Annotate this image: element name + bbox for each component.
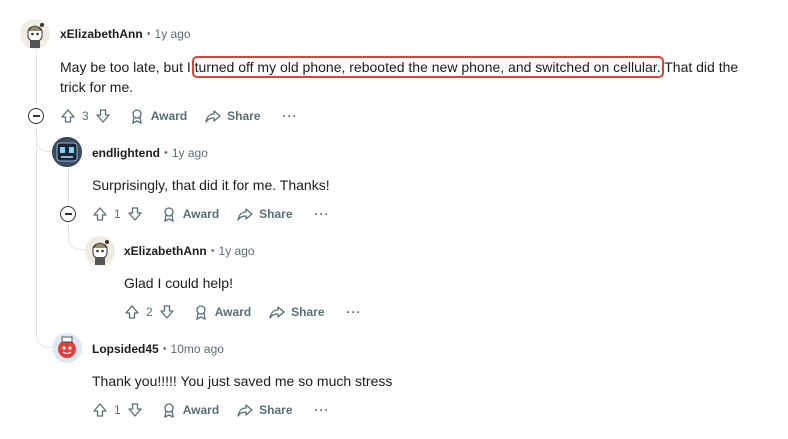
collapse-thread-button[interactable]	[28, 108, 44, 124]
comment-text-before: May be too late, but I	[60, 59, 195, 75]
downvote-icon[interactable]	[127, 402, 143, 418]
comment-meta: xElizabethAnn • 1y ago	[124, 244, 255, 258]
comment-body: May be too late, but I turned off my old…	[60, 56, 760, 97]
comment-meta: endlightend • 1y ago	[92, 146, 208, 160]
more-options-button[interactable]: ···	[283, 109, 298, 123]
avatar[interactable]	[85, 236, 115, 266]
username-link[interactable]: xElizabethAnn	[124, 244, 207, 258]
downvote-icon[interactable]	[159, 304, 175, 320]
upvote-icon[interactable]	[124, 304, 140, 320]
share-label: Share	[227, 109, 261, 123]
highlighted-text: turned off my old phone, rebooted the ne…	[191, 56, 664, 78]
separator-dot: •	[162, 343, 167, 355]
downvote-icon[interactable]	[127, 206, 143, 222]
upvote-icon[interactable]	[92, 206, 108, 222]
share-label: Share	[259, 207, 293, 221]
vote-count: 2	[146, 305, 153, 319]
award-button[interactable]: Award	[129, 108, 187, 124]
downvote-icon[interactable]	[95, 108, 111, 124]
collapse-thread-button[interactable]	[60, 206, 76, 222]
award-label: Award	[182, 207, 220, 221]
separator-dot: •	[164, 147, 168, 159]
avatar[interactable]	[52, 333, 82, 363]
more-options-button[interactable]: ···	[315, 207, 330, 221]
vote-count: 1	[114, 207, 121, 221]
share-button[interactable]: Share	[237, 402, 293, 418]
timestamp[interactable]: 1y ago	[172, 146, 208, 160]
share-label: Share	[291, 305, 325, 319]
thread-line-root	[36, 50, 37, 336]
vote-group: 2	[124, 304, 175, 320]
vote-group: 1	[92, 402, 143, 418]
award-label: Award	[182, 403, 220, 417]
share-label: Share	[259, 403, 293, 417]
award-button[interactable]: Award	[193, 304, 251, 320]
vote-count: 3	[82, 109, 89, 123]
award-label: Award	[150, 109, 188, 123]
share-button[interactable]: Share	[237, 206, 293, 222]
avatar-snoo-icon	[85, 236, 115, 266]
more-options-button[interactable]: ···	[315, 403, 330, 417]
share-icon	[237, 404, 253, 417]
timestamp[interactable]: 1y ago	[155, 27, 191, 41]
comment-actions: 1 Award Share ···	[92, 398, 330, 422]
vote-count: 1	[114, 403, 121, 417]
timestamp[interactable]: 10mo ago	[171, 342, 224, 356]
share-icon	[237, 208, 253, 221]
separator-dot: •	[210, 245, 215, 257]
share-icon	[205, 110, 221, 123]
comment-meta: Lopsided45 • 10mo ago	[92, 342, 224, 356]
avatar[interactable]	[20, 19, 50, 49]
comment-actions: 2 Award Share ···	[124, 300, 362, 324]
more-options-button[interactable]: ···	[347, 305, 362, 319]
comment-actions: 3 Award Share ···	[60, 104, 298, 128]
avatar-snoo-icon	[52, 333, 82, 363]
thread-curve-endlightend	[36, 120, 54, 152]
vote-group: 1	[92, 206, 143, 222]
thread-curve-reply	[68, 222, 86, 250]
comment-body: Thank you!!!!! You just saved me so much…	[92, 373, 393, 389]
timestamp[interactable]: 1y ago	[219, 244, 255, 258]
comment-actions: 1 Award Share ···	[92, 202, 330, 226]
comment-meta: xElizabethAnn • 1y ago	[60, 27, 191, 41]
award-button[interactable]: Award	[161, 206, 219, 222]
vote-group: 3	[60, 108, 111, 124]
share-button[interactable]: Share	[269, 304, 325, 320]
thread-curve-lopsided	[36, 316, 54, 348]
award-icon	[131, 109, 142, 124]
username-link[interactable]: xElizabethAnn	[60, 27, 143, 41]
avatar-snoo-icon	[20, 19, 50, 49]
share-icon	[269, 306, 285, 319]
award-icon	[163, 207, 174, 222]
award-icon	[195, 305, 206, 320]
award-label: Award	[214, 305, 252, 319]
share-button[interactable]: Share	[205, 108, 261, 124]
avatar[interactable]	[52, 137, 82, 167]
award-icon	[163, 403, 174, 418]
avatar-robot-icon	[52, 137, 82, 167]
separator-dot: •	[146, 28, 151, 40]
award-button[interactable]: Award	[161, 402, 219, 418]
username-link[interactable]: Lopsided45	[92, 342, 159, 356]
username-link[interactable]: endlightend	[92, 146, 160, 160]
upvote-icon[interactable]	[92, 402, 108, 418]
upvote-icon[interactable]	[60, 108, 76, 124]
comment-body: Surprisingly, that did it for me. Thanks…	[92, 177, 330, 193]
comment-body: Glad I could help!	[124, 275, 233, 291]
